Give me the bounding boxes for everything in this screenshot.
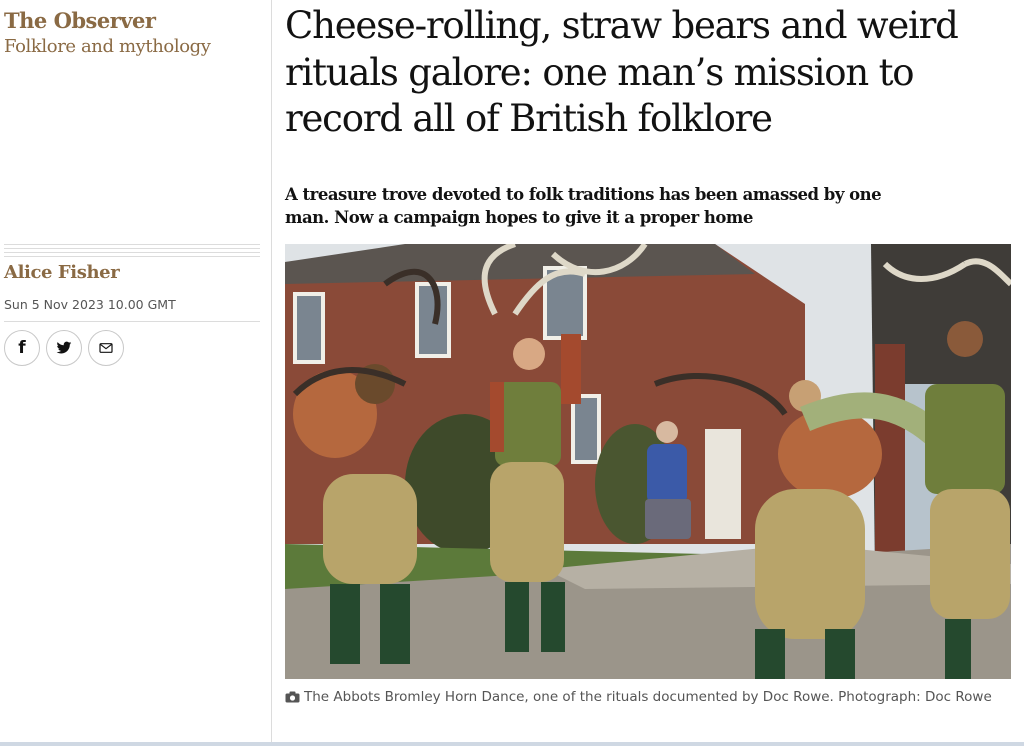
publish-date: Sun 5 Nov 2023 10.00 GMT bbox=[4, 297, 176, 312]
article-standfirst: A treasure trove devoted to folk traditi… bbox=[285, 185, 882, 227]
caption-text: The Abbots Bromley Horn Dance, one of th… bbox=[304, 689, 992, 705]
author-name[interactable]: Alice Fisher bbox=[4, 262, 120, 283]
window-bottom-edge bbox=[0, 742, 1024, 746]
facebook-icon: f bbox=[18, 338, 26, 358]
share-twitter-button[interactable] bbox=[46, 330, 82, 366]
photo-caption: The Abbots Bromley Horn Dance, one of th… bbox=[285, 687, 1015, 708]
twitter-icon bbox=[56, 341, 72, 354]
share-email-button[interactable] bbox=[88, 330, 124, 366]
article-meta-column: The Observer Folklore and mythology Alic… bbox=[0, 0, 272, 742]
share-buttons: f bbox=[4, 330, 124, 366]
series-title[interactable]: The Observer bbox=[4, 8, 156, 33]
article-main-photo[interactable] bbox=[285, 244, 1011, 679]
date-divider bbox=[4, 321, 260, 322]
camera-icon bbox=[285, 691, 300, 703]
horn-dance-photo bbox=[285, 244, 1011, 679]
meta-divider bbox=[4, 244, 260, 258]
article-headline: Cheese-rolling, straw bears and weird ri… bbox=[285, 4, 959, 140]
email-icon bbox=[99, 343, 113, 353]
share-facebook-button[interactable]: f bbox=[4, 330, 40, 366]
series-subtitle[interactable]: Folklore and mythology bbox=[4, 36, 211, 57]
